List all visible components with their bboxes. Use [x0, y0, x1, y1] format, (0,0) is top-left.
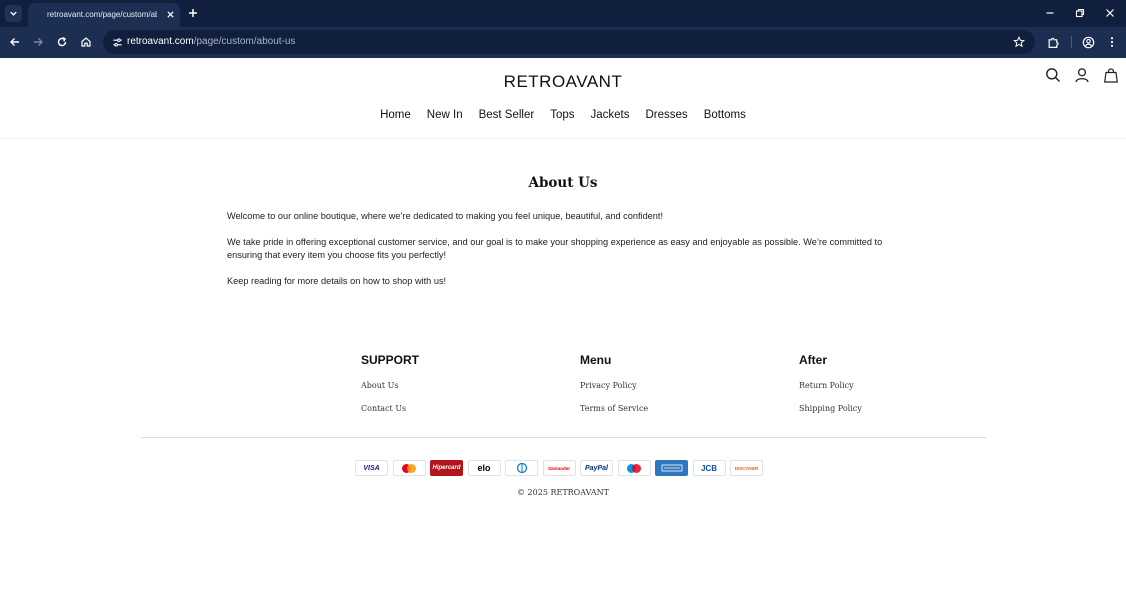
star-icon: [1013, 36, 1025, 48]
santander-logo-text: Santander: [547, 465, 570, 471]
paragraph-keep-reading: Keep reading for more details on how to …: [227, 276, 447, 286]
tab-title: retroavant.com/page/custom/about-us: [47, 10, 157, 19]
profile-button[interactable]: [1080, 34, 1096, 50]
back-icon: [10, 38, 19, 46]
account-icon: [1075, 68, 1089, 83]
browser-toolbar: retroavant.com/page/custom/about-us: [0, 27, 1126, 58]
nav-bottoms[interactable]: Bottoms: [704, 109, 746, 121]
footer-heading-after: After: [799, 353, 828, 367]
nav-new-in[interactable]: New In: [427, 109, 463, 121]
cart-button[interactable]: [1103, 67, 1119, 83]
reload-button[interactable]: [54, 34, 70, 50]
site-logo[interactable]: RETROAVANT: [0, 72, 1126, 92]
header-divider: [0, 138, 1126, 139]
web-page: RETROAVANT Home New In Best Seller Tops …: [0, 58, 1126, 602]
diners-club-logo: [505, 460, 538, 476]
active-tab[interactable]: retroavant.com/page/custom/about-us: [28, 3, 180, 27]
paragraph-service: We take pride in offering exceptional cu…: [227, 237, 883, 260]
site-info-icon: [112, 37, 122, 47]
footer-link-shipping-policy[interactable]: Shipping Policy: [799, 404, 979, 413]
url-host: retroavant.com: [127, 36, 194, 47]
main-navigation: Home New In Best Seller Tops Jackets Dre…: [0, 109, 1126, 121]
home-button[interactable]: [78, 34, 94, 50]
browser-tab-bar: retroavant.com/page/custom/about-us: [0, 0, 1126, 27]
footer-divider: [141, 437, 986, 438]
footer-heading-menu: Menu: [580, 353, 612, 367]
footer-link-privacy-policy[interactable]: Privacy Policy: [580, 381, 760, 390]
account-button[interactable]: [1074, 67, 1090, 83]
discover-logo-text: DISCOVER: [734, 465, 759, 471]
about-content: Welcome to our online boutique, where we…: [227, 210, 899, 301]
forward-button[interactable]: [30, 34, 46, 50]
footer-link-about-us[interactable]: About Us: [361, 381, 541, 390]
url-path: /page/custom/about-us: [193, 36, 296, 47]
paragraph-welcome: Welcome to our online boutique, where we…: [227, 211, 664, 221]
restore-icon: [1075, 8, 1085, 18]
more-icon: [1110, 37, 1114, 47]
close-icon: [1106, 9, 1114, 17]
tab-close-button[interactable]: [164, 8, 176, 20]
elo-logo: elo: [467, 460, 501, 476]
plus-icon: [189, 9, 197, 17]
payment-methods: VISA Hipercard elo Santander PayPal JCB …: [355, 460, 763, 477]
maestro-logo: [617, 460, 651, 476]
visa-logo-text: VISA: [363, 464, 380, 472]
search-icon: [1046, 68, 1061, 83]
back-button[interactable]: [7, 34, 23, 50]
nav-best-seller[interactable]: Best Seller: [479, 109, 535, 121]
toolbar-separator: [1071, 36, 1072, 48]
hipercard-logo: Hipercard: [430, 460, 463, 476]
page-title: About Us: [528, 175, 598, 191]
tab-search-button[interactable]: [5, 5, 22, 22]
url-text[interactable]: retroavant.com/page/custom/about-us: [127, 36, 295, 47]
profile-icon: [1082, 36, 1094, 48]
paypal-logo-text: PayPal: [585, 464, 608, 472]
search-button[interactable]: [1045, 67, 1061, 83]
extensions-button[interactable]: [1045, 34, 1061, 50]
nav-dresses[interactable]: Dresses: [646, 109, 688, 121]
elo-logo-text: elo: [477, 463, 491, 473]
copyright: © 2025 RETROAVANT: [517, 488, 609, 497]
footer-heading-support: SUPPORT: [361, 353, 420, 367]
forward-icon: [34, 38, 43, 46]
footer-link-terms-of-service[interactable]: Terms of Service: [580, 404, 760, 413]
bookmark-button[interactable]: [1012, 35, 1026, 49]
window-close-button[interactable]: [1103, 6, 1117, 20]
bag-icon: [1104, 68, 1118, 83]
chevron-down-icon: [10, 11, 17, 16]
visa-logo: VISA: [355, 460, 388, 476]
home-icon: [81, 37, 91, 47]
browser-menu-button[interactable]: [1104, 34, 1120, 50]
new-tab-button[interactable]: [186, 6, 200, 20]
minimize-button[interactable]: [1043, 6, 1057, 20]
footer-column-support: SUPPORT About Us Contact Us: [361, 353, 541, 427]
santander-logo: Santander: [542, 460, 576, 476]
nav-tops[interactable]: Tops: [550, 109, 574, 121]
discover-logo: DISCOVER: [730, 460, 763, 476]
close-icon: [166, 10, 174, 18]
restore-button[interactable]: [1073, 6, 1087, 20]
paypal-logo: PayPal: [580, 460, 613, 476]
footer-column-menu: Menu Privacy Policy Terms of Service: [580, 353, 760, 427]
footer-column-after: After Return Policy Shipping Policy: [799, 353, 979, 427]
footer-link-return-policy[interactable]: Return Policy: [799, 381, 979, 390]
jcb-logo-text: JCB: [700, 463, 717, 473]
site-info-button[interactable]: [110, 35, 124, 49]
address-bar[interactable]: retroavant.com/page/custom/about-us: [103, 30, 1035, 54]
hipercard-logo-text: Hipercard: [432, 465, 461, 471]
footer-link-contact-us[interactable]: Contact Us: [361, 404, 541, 413]
reload-icon: [57, 36, 67, 47]
nav-home[interactable]: Home: [380, 109, 411, 121]
amex-logo: [655, 460, 688, 476]
nav-jackets[interactable]: Jackets: [591, 109, 630, 121]
extensions-icon: [1048, 37, 1059, 48]
mastercard-logo: [392, 460, 426, 476]
jcb-logo: JCB: [692, 460, 726, 476]
minimize-icon: [1046, 12, 1054, 14]
